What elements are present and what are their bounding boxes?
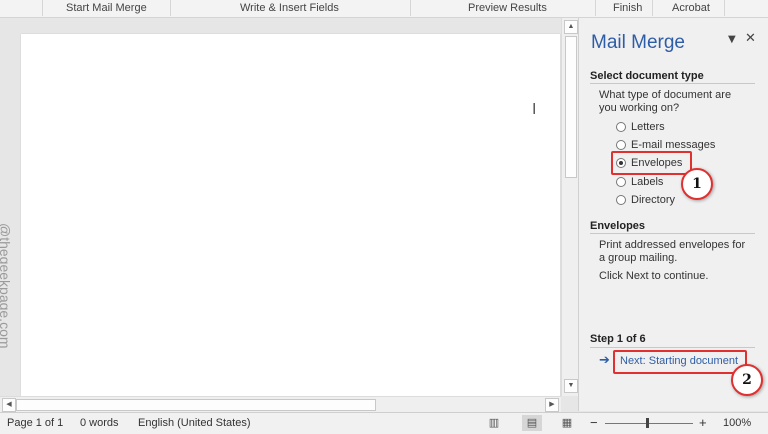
option-labels[interactable]: Labels: [616, 175, 663, 189]
section-divider: [590, 233, 755, 234]
callout-badge-2: 2: [731, 364, 763, 396]
ribbon-separator: [652, 0, 653, 16]
zoom-slider-thumb[interactable]: [646, 418, 649, 428]
radio-icon[interactable]: [616, 195, 626, 205]
triangle-down-icon[interactable]: ▼: [728, 34, 736, 45]
option-label: Directory: [631, 194, 676, 206]
option-letters[interactable]: Letters: [616, 120, 665, 134]
mail-merge-pane: Mail Merge ▼ ✕ Select document type What…: [578, 18, 768, 411]
text-cursor-icon: I: [532, 100, 537, 118]
scroll-up-icon[interactable]: ▲: [564, 20, 578, 34]
option-directory[interactable]: Directory: [616, 193, 675, 207]
status-bar: Page 1 of 1 0 words English (United Stat…: [0, 412, 768, 434]
callout-badge-1: 1: [681, 168, 713, 200]
scroll-right-icon[interactable]: ▶: [545, 398, 559, 412]
arrow-right-icon[interactable]: ➔: [599, 353, 610, 368]
ribbon-group-finish: Finish: [613, 2, 643, 14]
ribbon-group-preview-results: Preview Results: [468, 2, 547, 14]
ribbon-separator: [42, 0, 43, 16]
zoom-level[interactable]: 100%: [723, 417, 751, 429]
read-mode-icon[interactable]: ▥: [484, 415, 504, 431]
print-layout-icon[interactable]: ▤: [522, 415, 542, 431]
document-area: I @thegeekpage.com: [0, 18, 578, 396]
scroll-down-icon[interactable]: ▼: [564, 379, 578, 393]
option-label: Letters: [631, 121, 665, 133]
ribbon-group-write-insert-fields: Write & Insert Fields: [240, 2, 339, 14]
ribbon-group-labels: Start Mail Merge Write & Insert Fields P…: [0, 0, 768, 18]
vertical-scroll-thumb[interactable]: [565, 36, 577, 178]
vertical-scrollbar[interactable]: ▲ ▼: [561, 18, 578, 396]
envelopes-description: Print addressed envelopes for a group ma…: [599, 239, 746, 264]
horizontal-scroll-thumb[interactable]: [16, 399, 376, 411]
section-divider: [590, 347, 755, 348]
zoom-slider[interactable]: [605, 423, 693, 424]
option-label: E-mail messages: [631, 139, 716, 151]
ribbon-separator: [410, 0, 411, 16]
ribbon-separator: [724, 0, 725, 16]
close-icon[interactable]: ✕: [745, 31, 756, 46]
section-divider: [590, 83, 755, 84]
section-heading-select-type: Select document type: [590, 70, 704, 82]
ribbon-separator: [595, 0, 596, 16]
highlight-next-link: [613, 350, 747, 374]
continue-instruction: Click Next to continue.: [599, 270, 709, 282]
ribbon-group-start-mail-merge: Start Mail Merge: [66, 2, 147, 14]
radio-icon[interactable]: [616, 177, 626, 187]
option-label: Labels: [631, 176, 664, 188]
page-count[interactable]: Page 1 of 1: [7, 417, 63, 429]
horizontal-scrollbar[interactable]: ◀ ▶: [0, 396, 561, 412]
document-page[interactable]: [21, 34, 560, 396]
zoom-in-button[interactable]: +: [699, 415, 707, 430]
radio-icon[interactable]: [616, 122, 626, 132]
ribbon-group-acrobat: Acrobat: [672, 2, 710, 14]
web-layout-icon[interactable]: ▦: [557, 415, 577, 431]
watermark: @thegeekpage.com: [0, 223, 13, 349]
option-email-messages[interactable]: E-mail messages: [616, 138, 715, 152]
ribbon-separator: [170, 0, 171, 16]
pane-title: Mail Merge: [591, 32, 685, 53]
radio-icon[interactable]: [616, 140, 626, 150]
step-label: Step 1 of 6: [590, 333, 646, 345]
document-type-question: What type of document are you working on…: [599, 89, 732, 114]
word-count[interactable]: 0 words: [80, 417, 119, 429]
scroll-left-icon[interactable]: ◀: [2, 398, 16, 412]
language-indicator[interactable]: English (United States): [138, 417, 251, 429]
section-heading-envelopes: Envelopes: [590, 220, 646, 232]
zoom-out-button[interactable]: −: [590, 415, 598, 430]
highlight-envelopes: [611, 151, 692, 175]
